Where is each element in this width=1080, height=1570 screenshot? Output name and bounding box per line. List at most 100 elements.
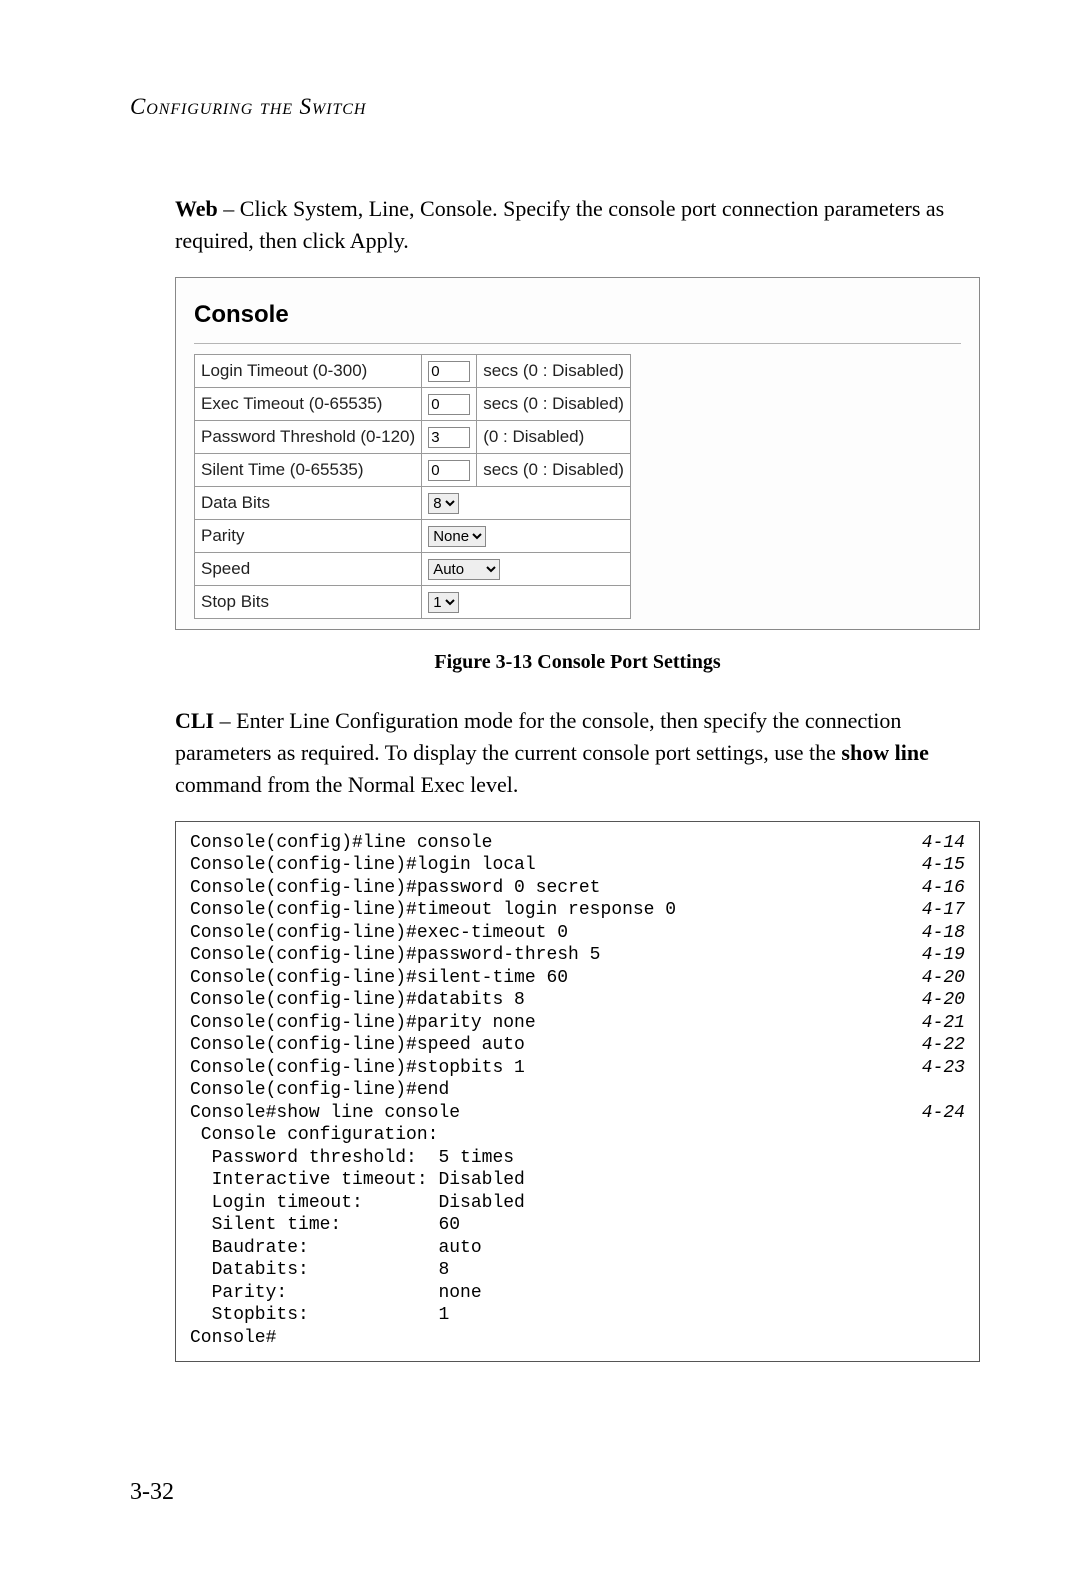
cli-line: Console(config-line)#silent-time 60 4-20 xyxy=(190,967,965,990)
cli-ref: 4-23 xyxy=(902,1057,965,1080)
cli-output-box: Console(config)#line console4-14Console(… xyxy=(175,821,980,1363)
cli-command: Interactive timeout: Disabled xyxy=(190,1169,525,1192)
cli-command: Console(config-line)#databits 8 xyxy=(190,989,525,1012)
cli-command: Console(config-line)#stopbits 1 xyxy=(190,1057,525,1080)
cli-line: Console(config-line)#speed auto 4-22 xyxy=(190,1034,965,1057)
row-stop-bits: Stop Bits 1 xyxy=(195,585,631,618)
cli-line: Console(config)#line console 4-14 xyxy=(190,832,965,855)
label: Login Timeout (0-300) xyxy=(195,354,422,387)
web-instructions: Web – Click System, Line, Console. Speci… xyxy=(175,193,980,257)
cli-command: Stopbits: 1 xyxy=(190,1304,449,1327)
cli-command: Console(config-line)#silent-time 60 xyxy=(190,967,568,990)
cli-line: Interactive timeout: Disabled xyxy=(190,1169,965,1192)
label: Exec Timeout (0-65535) xyxy=(195,387,422,420)
cli-line: Databits: 8 xyxy=(190,1259,965,1282)
cli-line: Console(config-line)#timeout login respo… xyxy=(190,899,965,922)
suffix: secs (0 : Disabled) xyxy=(477,453,631,486)
cli-line: Stopbits: 1 xyxy=(190,1304,965,1327)
settings-table: Login Timeout (0-300) secs (0 : Disabled… xyxy=(194,354,631,619)
cli-show-line: show line xyxy=(841,740,928,765)
password-threshold-input[interactable] xyxy=(428,427,470,448)
cli-command: Console(config-line)#parity none xyxy=(190,1012,536,1035)
cli-line: Console(config-line)#databits 8 4-20 xyxy=(190,989,965,1012)
cli-text-1: – Enter Line Configuration mode for the … xyxy=(175,708,901,765)
cli-line: Console(config-line)#exec-timeout 0 4-18 xyxy=(190,922,965,945)
cli-command: Silent time: 60 xyxy=(190,1214,460,1237)
cli-ref: 4-19 xyxy=(902,944,965,967)
cli-line: Console configuration: xyxy=(190,1124,965,1147)
page-number: 3-32 xyxy=(130,1475,174,1510)
cli-ref: 4-22 xyxy=(902,1034,965,1057)
running-header: Configuring the Switch xyxy=(130,90,980,123)
row-parity: Parity None xyxy=(195,519,631,552)
cli-line: Console(config-line)#login local 4-15 xyxy=(190,854,965,877)
cli-ref: 4-15 xyxy=(902,854,965,877)
cli-line: Console(config-line)#password-thresh 5 4-… xyxy=(190,944,965,967)
cli-command: Console(config-line)#password 0 secret xyxy=(190,877,600,900)
cli-ref: 4-14 xyxy=(902,832,965,855)
cli-command: Parity: none xyxy=(190,1282,482,1305)
cli-line: Silent time: 60 xyxy=(190,1214,965,1237)
row-silent-time: Silent Time (0-65535) secs (0 : Disabled… xyxy=(195,453,631,486)
cli-instructions: CLI – Enter Line Configuration mode for … xyxy=(175,705,980,801)
cli-command: Console(config-line)#login local xyxy=(190,854,536,877)
cli-line: Console#show line console4-24 xyxy=(190,1102,965,1125)
stop-bits-select[interactable]: 1 xyxy=(428,592,459,613)
cli-command: Console(config-line)#exec-timeout 0 xyxy=(190,922,568,945)
figure-caption: Figure 3-13 Console Port Settings xyxy=(175,648,980,677)
cli-command: Login timeout: Disabled xyxy=(190,1192,525,1215)
row-speed: Speed Auto xyxy=(195,552,631,585)
speed-select[interactable]: Auto xyxy=(428,559,500,580)
cli-command: Console(config)#line console xyxy=(190,832,492,855)
cli-line: Password threshold: 5 times xyxy=(190,1147,965,1170)
data-bits-select[interactable]: 8 xyxy=(428,493,459,514)
cli-command: Console#show line console xyxy=(190,1102,460,1125)
cli-ref: 4-20 xyxy=(902,967,965,990)
parity-select[interactable]: None xyxy=(428,526,486,547)
console-settings-panel: Console Login Timeout (0-300) secs (0 : … xyxy=(175,277,980,630)
cli-line: Console(config-line)#end xyxy=(190,1079,965,1102)
cli-ref: 4-16 xyxy=(902,877,965,900)
cli-command: Console(config-line)#timeout login respo… xyxy=(190,899,676,922)
label: Silent Time (0-65535) xyxy=(195,453,422,486)
cli-command: Console(config-line)#end xyxy=(190,1079,449,1102)
label: Stop Bits xyxy=(195,585,422,618)
cli-command: Console# xyxy=(190,1327,276,1350)
web-lead: Web xyxy=(175,196,218,221)
cli-ref: 4-17 xyxy=(902,899,965,922)
exec-timeout-input[interactable] xyxy=(428,394,470,415)
label: Parity xyxy=(195,519,422,552)
cli-ref: 4-20 xyxy=(902,989,965,1012)
cli-command: Baudrate: auto xyxy=(190,1237,482,1260)
cli-line: Console(config-line)#stopbits 1 4-23 xyxy=(190,1057,965,1080)
cli-command: Console(config-line)#password-thresh 5 xyxy=(190,944,600,967)
suffix: secs (0 : Disabled) xyxy=(477,387,631,420)
cli-ref: 4-18 xyxy=(902,922,965,945)
panel-title: Console xyxy=(194,298,961,333)
row-login-timeout: Login Timeout (0-300) secs (0 : Disabled… xyxy=(195,354,631,387)
silent-time-input[interactable] xyxy=(428,460,470,481)
login-timeout-input[interactable] xyxy=(428,361,470,382)
web-text: – Click System, Line, Console. Specify t… xyxy=(175,196,944,253)
cli-line: Console(config-line)#parity none4-21 xyxy=(190,1012,965,1035)
cli-command: Password threshold: 5 times xyxy=(190,1147,514,1170)
cli-command: Console configuration: xyxy=(190,1124,438,1147)
label: Speed xyxy=(195,552,422,585)
suffix: secs (0 : Disabled) xyxy=(477,354,631,387)
panel-divider xyxy=(194,343,961,344)
label: Password Threshold (0-120) xyxy=(195,420,422,453)
cli-command: Databits: 8 xyxy=(190,1259,449,1282)
cli-line: Baudrate: auto xyxy=(190,1237,965,1260)
cli-line: Login timeout: Disabled xyxy=(190,1192,965,1215)
cli-line: Parity: none xyxy=(190,1282,965,1305)
cli-line: Console# xyxy=(190,1327,965,1350)
row-exec-timeout: Exec Timeout (0-65535) secs (0 : Disable… xyxy=(195,387,631,420)
cli-line: Console(config-line)#password 0 secret 4-… xyxy=(190,877,965,900)
row-data-bits: Data Bits 8 xyxy=(195,486,631,519)
label: Data Bits xyxy=(195,486,422,519)
value-cell xyxy=(422,354,477,387)
cli-text-2: command from the Normal Exec level. xyxy=(175,772,518,797)
cli-command: Console(config-line)#speed auto xyxy=(190,1034,525,1057)
suffix: (0 : Disabled) xyxy=(477,420,631,453)
row-password-threshold: Password Threshold (0-120) (0 : Disabled… xyxy=(195,420,631,453)
